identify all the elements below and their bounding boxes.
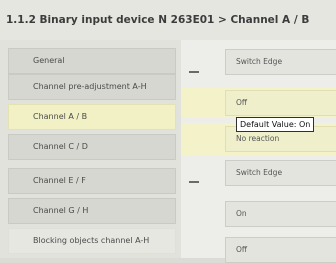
param-field-on[interactable]: On [225,201,336,227]
sidebar-item-general[interactable]: General [8,48,176,74]
sidebar-item-blocking-objects[interactable]: Blocking objects channel A-H [8,228,176,254]
param-field-switch-edge[interactable]: Switch Edge [225,160,336,186]
window-title: 1.1.2 Binary input device N 263E01 > Cha… [0,0,336,40]
sidebar-item-channel-g-h[interactable]: Channel G / H [8,198,176,224]
parameter-sidebar: General Channel pre-adjustment A-H Chann… [0,40,181,258]
dash-marker [189,71,199,73]
dash-marker [189,181,199,183]
default-value-tooltip: Default Value: On [236,117,315,132]
sidebar-item-channel-e-f[interactable]: Channel E / F [8,168,176,194]
param-field-switch-edge[interactable]: Switch Edge [225,49,336,75]
param-field-off[interactable]: Off [225,90,336,116]
sidebar-item-channel-c-d[interactable]: Channel C / D [8,134,176,160]
sidebar-item-channel-pre-adjustment[interactable]: Channel pre-adjustment A-H [8,74,176,100]
parameter-content: Switch Edge Off No reaction Switch Edge … [181,40,336,263]
param-field-off[interactable]: Off [225,237,336,263]
sidebar-item-channel-a-b[interactable]: Channel A / B [8,104,176,130]
